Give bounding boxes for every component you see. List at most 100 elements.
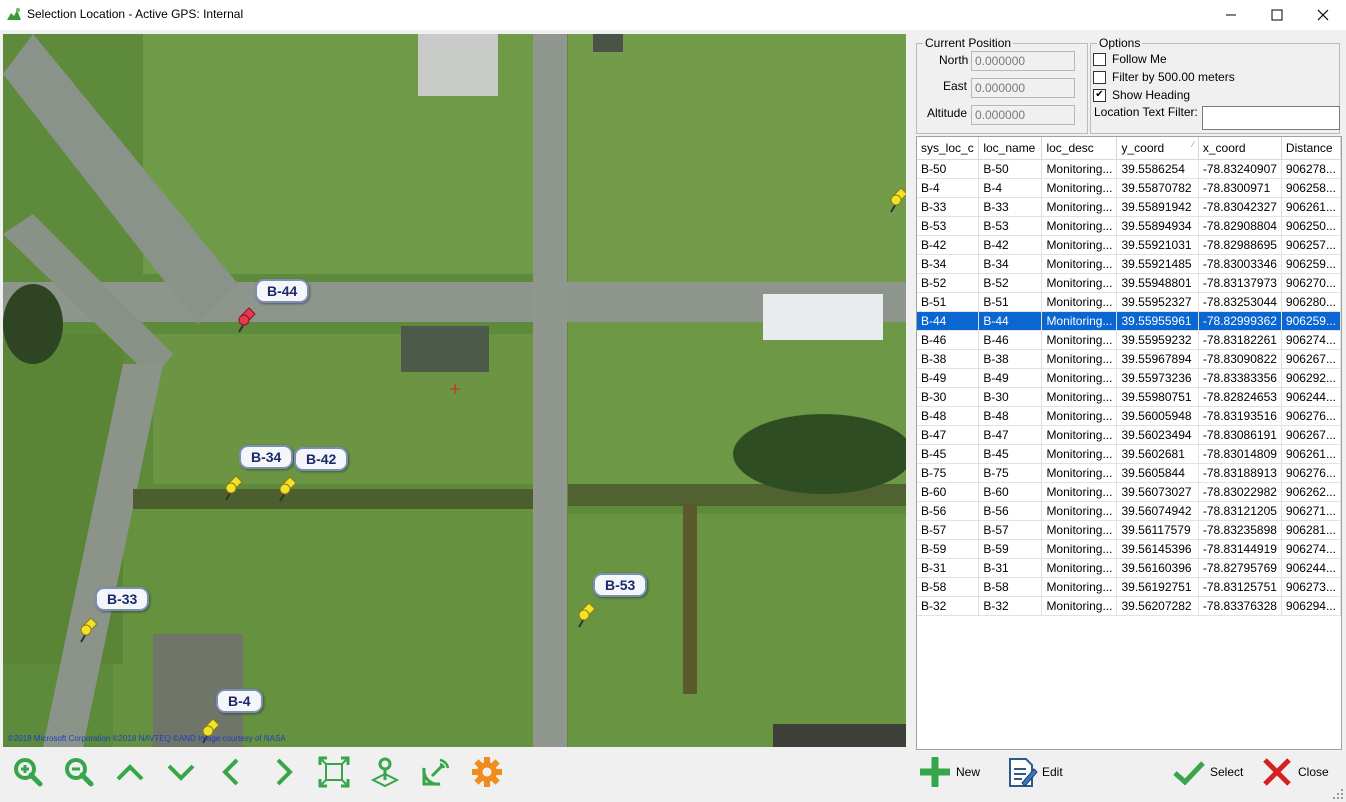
new-button[interactable]: New [918, 754, 980, 790]
marker-label-b34[interactable]: B-34 [239, 445, 294, 469]
column-header[interactable]: sys_loc_c [917, 137, 980, 160]
close-button[interactable]: Close [1260, 754, 1329, 790]
table-cell: Monitoring... [1041, 444, 1118, 464]
minimize-button[interactable] [1208, 0, 1254, 30]
minimize-icon [1226, 14, 1236, 16]
table-row[interactable]: B-49 B-49 Monitoring... 39.55973236 -78.8338… [917, 368, 1341, 388]
zoom-extents-button[interactable] [318, 756, 350, 788]
table-row[interactable]: B-48 B-48 Monitoring... 39.56005948 -78.8319… [917, 406, 1341, 426]
red-pushpin-icon[interactable] [235, 306, 257, 334]
table-cell: B-50 [917, 159, 980, 179]
table-row[interactable]: B-42 B-42 Monitoring... 39.55921031 -78.8298… [917, 235, 1341, 255]
table-cell: B-46 [917, 330, 980, 350]
close-window-button[interactable] [1300, 0, 1346, 30]
resize-grip-icon[interactable] [1332, 788, 1344, 800]
table-cell: 906259... [1281, 254, 1341, 274]
table-row[interactable]: B-56 B-56 Monitoring... 39.56074942 -78.8312… [917, 501, 1341, 521]
follow-me-checkbox[interactable]: Follow Me [1093, 52, 1167, 66]
pan-down-button[interactable] [165, 756, 197, 788]
table-row[interactable]: B-33 B-33 Monitoring... 39.55891942 -78.8304… [917, 197, 1341, 217]
maximize-button[interactable] [1254, 0, 1300, 30]
table-cell: 906262... [1281, 482, 1341, 502]
filter-by-checkbox[interactable]: Filter by 500.00 meters [1093, 70, 1235, 84]
altitude-label: Altitude [927, 106, 968, 120]
table-row[interactable]: B-75 B-75 Monitoring... 39.5605844 -78.83188… [917, 463, 1341, 483]
table-row[interactable]: B-47 B-47 Monitoring... 39.56023494 -78.8308… [917, 425, 1341, 445]
table-cell: Monitoring... [1041, 406, 1118, 426]
table-row[interactable]: B-57 B-57 Monitoring... 39.56117579 -78.8323… [917, 520, 1341, 540]
table-row[interactable]: B-31 B-31 Monitoring... 39.56160396 -78.8279… [917, 558, 1341, 578]
marker-label-b53[interactable]: B-53 [593, 573, 648, 597]
table-row[interactable]: B-45 B-45 Monitoring... 39.5602681 -78.83014… [917, 444, 1341, 464]
table-cell: Monitoring... [1041, 178, 1118, 198]
yellow-pushpin-icon[interactable] [222, 474, 244, 502]
column-header[interactable]: x_coord [1198, 137, 1282, 160]
table-row[interactable]: B-52 B-52 Monitoring... 39.55948801 -78.8313… [917, 273, 1341, 293]
marker-label-b33[interactable]: B-33 [95, 587, 150, 611]
column-header[interactable]: loc_name [978, 137, 1043, 160]
table-cell: B-47 [978, 425, 1043, 445]
yellow-pushpin-icon[interactable] [276, 475, 298, 503]
yellow-pushpin-icon[interactable] [575, 601, 597, 629]
close-x-icon [1263, 758, 1291, 786]
table-cell: 39.5586254 [1116, 159, 1199, 179]
column-header[interactable]: Distance [1281, 137, 1341, 160]
table-cell: B-52 [917, 273, 980, 293]
checkbox-box [1093, 52, 1106, 66]
table-cell: 906280... [1281, 292, 1341, 312]
table-cell: B-33 [917, 197, 980, 217]
table-row[interactable]: B-51 B-51 Monitoring... 39.55952327 -78.8325… [917, 292, 1341, 312]
select-button[interactable]: Select [1172, 754, 1243, 790]
pan-left-button[interactable] [216, 756, 248, 788]
table-cell: 906267... [1281, 425, 1341, 445]
table-row[interactable]: B-50 B-50 Monitoring... 39.5586254 -78.83240… [917, 159, 1341, 179]
table-cell: B-48 [917, 406, 980, 426]
zoom-in-button[interactable] [12, 756, 44, 788]
gps-satellite-button[interactable] [420, 756, 452, 788]
table-row[interactable]: B-44 B-44 Monitoring... 39.55955961 -78.8299… [917, 311, 1341, 331]
table-cell: B-58 [978, 577, 1043, 597]
zoom-out-button[interactable] [63, 756, 95, 788]
pan-up-button[interactable] [114, 756, 146, 788]
table-row[interactable]: B-30 B-30 Monitoring... 39.55980751 -78.8282… [917, 387, 1341, 407]
table-cell: -78.83125751 [1198, 577, 1282, 597]
table-row[interactable]: B-60 B-60 Monitoring... 39.56073027 -78.8302… [917, 482, 1341, 502]
table-cell: Monitoring... [1041, 577, 1118, 597]
my-location-button[interactable] [369, 756, 401, 788]
pan-right-button[interactable] [267, 756, 299, 788]
table-row[interactable]: B-38 B-38 Monitoring... 39.55967894 -78.8309… [917, 349, 1341, 369]
table-row[interactable]: B-34 B-34 Monitoring... 39.55921485 -78.8300… [917, 254, 1341, 274]
table-row[interactable]: B-4 B-4 Monitoring... 39.55870782 -78.830097… [917, 178, 1341, 198]
column-header[interactable]: loc_desc [1041, 137, 1118, 160]
table-cell: 39.56073027 [1116, 482, 1199, 502]
table-cell: -78.83137973 [1198, 273, 1282, 293]
yellow-pushpin-icon[interactable] [77, 616, 99, 644]
settings-button[interactable] [471, 756, 503, 788]
table-cell: Monitoring... [1041, 159, 1118, 179]
table-cell: -78.83383356 [1198, 368, 1282, 388]
edit-button[interactable]: Edit [1004, 754, 1063, 790]
location-text-filter-input[interactable] [1202, 106, 1340, 130]
table-row[interactable]: B-59 B-59 Monitoring... 39.56145396 -78.8314… [917, 539, 1341, 559]
table-cell: 39.56160396 [1116, 558, 1199, 578]
table-cell: B-44 [917, 311, 980, 331]
table-cell: 39.56145396 [1116, 539, 1199, 559]
yellow-pushpin-icon[interactable] [887, 186, 906, 214]
locations-grid[interactable]: sys_loc_c loc_name loc_desc y_coord ⁄ x_… [916, 136, 1342, 750]
map-view[interactable]: B-44 B-34 B-42 B-33 B-53 B-4 ©2018 Micro… [3, 34, 906, 747]
table-cell: Monitoring... [1041, 482, 1118, 502]
table-cell: B-57 [917, 520, 980, 540]
table-cell: 906267... [1281, 349, 1341, 369]
table-row[interactable]: B-46 B-46 Monitoring... 39.55959232 -78.8318… [917, 330, 1341, 350]
table-cell: Monitoring... [1041, 292, 1118, 312]
marker-label-b4[interactable]: B-4 [216, 689, 263, 713]
show-heading-checkbox[interactable]: ✔ Show Heading [1093, 88, 1190, 102]
marker-label-b42[interactable]: B-42 [294, 447, 349, 471]
marker-label-b44[interactable]: B-44 [255, 279, 310, 303]
table-row[interactable]: B-32 B-32 Monitoring... 39.56207282 -78.8337… [917, 596, 1341, 616]
table-cell: Monitoring... [1041, 596, 1118, 616]
column-header-sorted[interactable]: y_coord ⁄ [1116, 137, 1199, 160]
table-body: B-50 B-50 Monitoring... 39.5586254 -78.83240… [917, 159, 1341, 616]
table-row[interactable]: B-53 B-53 Monitoring... 39.55894934 -78.8290… [917, 216, 1341, 236]
table-row[interactable]: B-58 B-58 Monitoring... 39.56192751 -78.8312… [917, 577, 1341, 597]
